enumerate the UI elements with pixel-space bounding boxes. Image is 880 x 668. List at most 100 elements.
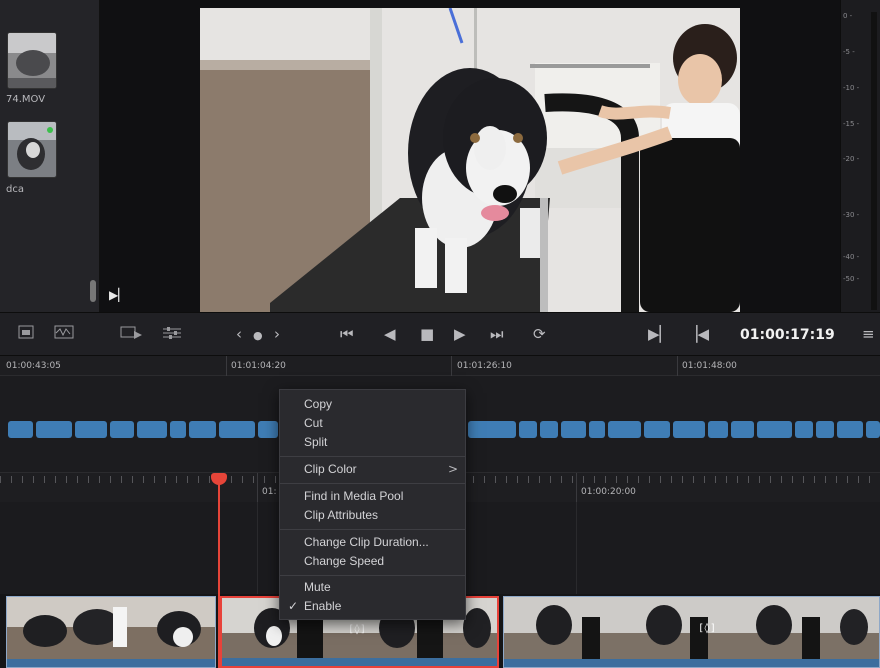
ruler-timecode: 01:01:48:00 <box>682 361 737 371</box>
clip-view-icon[interactable] <box>120 325 144 345</box>
overview-clip[interactable] <box>519 421 537 438</box>
menu-item-clip-attributes[interactable]: Clip Attributes <box>304 508 378 522</box>
mark-in-icon[interactable]: ▶▏ <box>648 325 671 343</box>
overview-clip[interactable] <box>673 421 705 438</box>
clip-context-menu: Copy Cut Split Clip Color > Find in Medi… <box>279 389 466 620</box>
meter-bar <box>871 12 877 310</box>
meter-label: -40 - <box>843 253 860 261</box>
grid-line <box>257 502 258 594</box>
overview-clip[interactable] <box>608 421 641 438</box>
overview-clip[interactable] <box>540 421 558 438</box>
playhead-line[interactable] <box>218 474 220 668</box>
media-thumbnail-1[interactable] <box>7 32 57 89</box>
menu-separator <box>280 575 465 576</box>
menu-item-copy[interactable]: Copy <box>304 397 332 411</box>
overview-ruler[interactable]: 01:00:43:05 01:01:04:20 01:01:26:10 01:0… <box>0 356 880 376</box>
overview-clip[interactable] <box>36 421 72 438</box>
previous-frame-icon[interactable]: ◀ <box>384 325 396 343</box>
clip-audio-strip <box>222 658 497 666</box>
options-menu-icon[interactable]: ≡ <box>862 325 875 343</box>
viewer-panel: ▶▏ <box>100 0 840 312</box>
menu-separator <box>280 456 465 457</box>
menu-item-enable[interactable]: Enable <box>304 599 341 613</box>
menu-item-split[interactable]: Split <box>304 435 327 449</box>
timeline-clip-3[interactable]: [◊] <box>503 596 880 668</box>
overview-clip[interactable] <box>75 421 107 438</box>
overview-clip[interactable] <box>561 421 586 438</box>
grid-line <box>576 502 577 594</box>
submenu-arrow-icon: > <box>448 462 459 476</box>
menu-item-clip-color[interactable]: Clip Color <box>304 462 357 476</box>
menu-item-mute[interactable]: Mute <box>304 580 331 594</box>
meter-label: -50 - <box>843 275 860 283</box>
overview-clip[interactable] <box>708 421 728 438</box>
audio-meter: 0 - -5 - -10 - -15 - -20 - -30 - -40 - -… <box>840 0 880 312</box>
overview-clip[interactable] <box>468 421 516 438</box>
jog-next-icon[interactable]: › <box>274 325 280 343</box>
menu-separator <box>280 483 465 484</box>
media-thumbnail-2[interactable] <box>7 121 57 178</box>
play-icon[interactable]: ▶ <box>454 325 466 343</box>
playhead-timecode: 01:00:17:19 <box>740 327 835 343</box>
jog-dot-icon[interactable]: ● <box>253 327 263 345</box>
menu-item-change-clip-duration[interactable]: Change Clip Duration... <box>304 535 429 549</box>
media-pool-scrollbar[interactable] <box>90 280 96 302</box>
menu-item-find-in-media-pool[interactable]: Find in Media Pool <box>304 489 403 503</box>
inspector-sliders-icon[interactable] <box>162 325 182 345</box>
overview-clip[interactable] <box>110 421 134 438</box>
meter-label: 0 - <box>843 12 853 20</box>
media-item-label-1: 74.MOV <box>6 94 46 105</box>
ruler-timecode: 01:01:26:10 <box>457 361 512 371</box>
ruler-tick <box>451 356 452 376</box>
ruler-timecode: 01: <box>262 487 277 497</box>
waveform-view-icon[interactable] <box>54 325 74 343</box>
overview-clip[interactable] <box>757 421 792 438</box>
overview-clip[interactable] <box>731 421 754 438</box>
media-pool-panel: 74.MOV dca <box>0 0 100 312</box>
overview-clip[interactable] <box>8 421 33 438</box>
meter-label: -30 - <box>843 211 860 219</box>
go-to-end-icon[interactable]: ⏭ <box>490 325 504 343</box>
transport-bar: ‹ ● › ⏮ ◀ ■ ▶ ⏭ ⟳ ▶▏ ▕◀ 01:00:17:19 ≡ <box>0 312 880 356</box>
meter-label: -5 - <box>843 48 855 56</box>
ruler-tick <box>576 473 577 503</box>
menu-separator <box>280 529 465 530</box>
stop-icon[interactable]: ■ <box>420 325 434 343</box>
video-frame <box>200 8 740 312</box>
meter-label: -20 - <box>843 155 860 163</box>
overview-clip[interactable] <box>816 421 834 438</box>
overview-clip[interactable] <box>137 421 167 438</box>
go-to-start-icon[interactable]: ⏮ <box>340 325 354 343</box>
clip-audio-strip <box>504 659 879 667</box>
overview-clip[interactable] <box>795 421 813 438</box>
image-view-icon[interactable] <box>18 325 34 343</box>
overview-clip[interactable] <box>644 421 670 438</box>
ruler-timecode: 01:00:43:05 <box>6 361 61 371</box>
ruler-tick <box>677 356 678 376</box>
menu-item-cut[interactable]: Cut <box>304 416 323 430</box>
ruler-tick <box>257 473 258 503</box>
meter-label: -15 - <box>843 120 860 128</box>
loop-icon[interactable]: ⟳ <box>533 325 546 343</box>
media-item-label-2: dca <box>6 184 24 195</box>
overview-clip[interactable] <box>170 421 186 438</box>
overview-clip[interactable] <box>258 421 278 438</box>
overview-clip[interactable] <box>837 421 863 438</box>
enable-check-icon: ✓ <box>288 599 299 613</box>
timeline-clip-1[interactable] <box>6 596 216 668</box>
speed-change-badge: [◊] <box>698 623 717 634</box>
overview-clip[interactable] <box>189 421 216 438</box>
menu-item-change-speed[interactable]: Change Speed <box>304 554 384 568</box>
ruler-tick <box>226 356 227 376</box>
overview-clip[interactable] <box>589 421 605 438</box>
clip-audio-strip <box>7 659 215 667</box>
viewer-play-marker-icon[interactable]: ▶▏ <box>109 288 127 302</box>
ruler-timecode: 01:01:04:20 <box>231 361 286 371</box>
overview-clip[interactable] <box>219 421 255 438</box>
ruler-timecode: 01:00:20:00 <box>581 487 636 497</box>
jog-prev-icon[interactable]: ‹ <box>236 325 242 343</box>
meter-label: -10 - <box>843 84 860 92</box>
overview-clip[interactable] <box>866 421 880 438</box>
speed-change-badge: [◊] <box>348 624 367 635</box>
mark-out-icon[interactable]: ▕◀ <box>686 325 709 343</box>
